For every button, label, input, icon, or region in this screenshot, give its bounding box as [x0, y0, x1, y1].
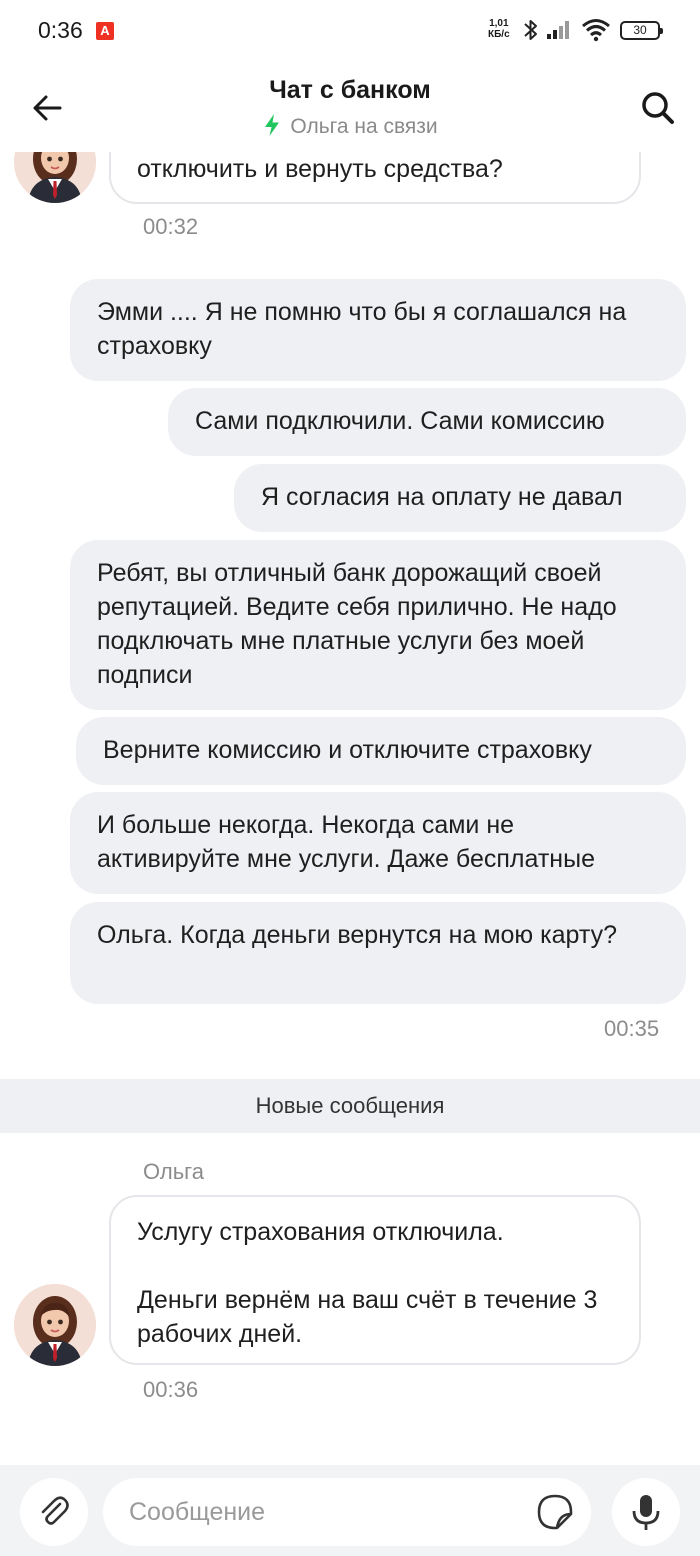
message-composer [0, 1465, 700, 1556]
message-text: отключить и вернуть средства? [137, 155, 503, 183]
message-text: И больше некогда. Некогда сами не активи… [97, 811, 595, 873]
sender-name: Ольга [143, 1159, 204, 1184]
operator-status: Ольга на связи [0, 113, 700, 139]
incoming-message[interactable]: Услугу страхования отключила. Деньги вер… [109, 1195, 641, 1365]
outgoing-message[interactable]: Я согласия на оплату не давал [234, 464, 686, 532]
operator-avatar[interactable] [14, 1284, 96, 1366]
chat-messages[interactable]: отключить и вернуть средства? 00:32 Эмми… [0, 0, 700, 1465]
outgoing-message[interactable]: Сами подключили. Сами комиссию [168, 388, 686, 456]
chat-title: Чат с банком [269, 76, 431, 104]
message-text: Верните комиссию и отключите страховку [103, 736, 592, 764]
operator-status-text: Ольга на связи [290, 115, 438, 138]
sticker-icon [537, 1494, 573, 1530]
message-text-line1: Услугу страхования отключила. [137, 1218, 504, 1246]
microphone-icon [632, 1495, 660, 1530]
message-text: Эмми .... Я не помню что бы я соглашался… [97, 298, 627, 360]
search-button[interactable] [638, 88, 678, 128]
voice-message-button[interactable] [612, 1478, 680, 1546]
operator-avatar-image [14, 1284, 96, 1366]
message-time: 00:36 [143, 1377, 199, 1402]
outgoing-message[interactable]: Верните комиссию и отключите страховку [76, 717, 686, 785]
outgoing-message[interactable]: Ольга. Когда деньги вернутся на мою карт… [70, 902, 686, 1004]
message-text: Ребят, вы отличный банк дорожащий своей … [97, 559, 617, 689]
paperclip-icon [41, 1496, 69, 1525]
message-text: Ольга. Когда деньги вернутся на мою карт… [97, 921, 617, 949]
message-text: Я согласия на оплату не давал [261, 483, 623, 511]
message-input-box[interactable] [103, 1478, 591, 1546]
message-time: 00:35 [604, 1016, 660, 1041]
lightning-icon [265, 114, 280, 136]
message-time: 00:32 [143, 214, 199, 239]
outgoing-message[interactable]: И больше некогда. Некогда сами не активи… [70, 792, 686, 894]
outgoing-message[interactable]: Ребят, вы отличный банк дорожащий своей … [70, 540, 686, 710]
message-text: Сами подключили. Сами комиссию [195, 407, 605, 435]
attach-button[interactable] [20, 1478, 88, 1546]
message-input[interactable] [129, 1478, 519, 1546]
message-text-line2: Деньги вернём на ваш счёт в течение 3 ра… [137, 1286, 598, 1348]
new-messages-divider: Новые сообщения [0, 1079, 700, 1133]
chat-header: Чат с банком Ольга на связи [0, 62, 700, 152]
outgoing-message[interactable]: Эмми .... Я не помню что бы я соглашался… [70, 279, 686, 381]
search-icon [642, 92, 674, 124]
sticker-button[interactable] [535, 1492, 575, 1532]
